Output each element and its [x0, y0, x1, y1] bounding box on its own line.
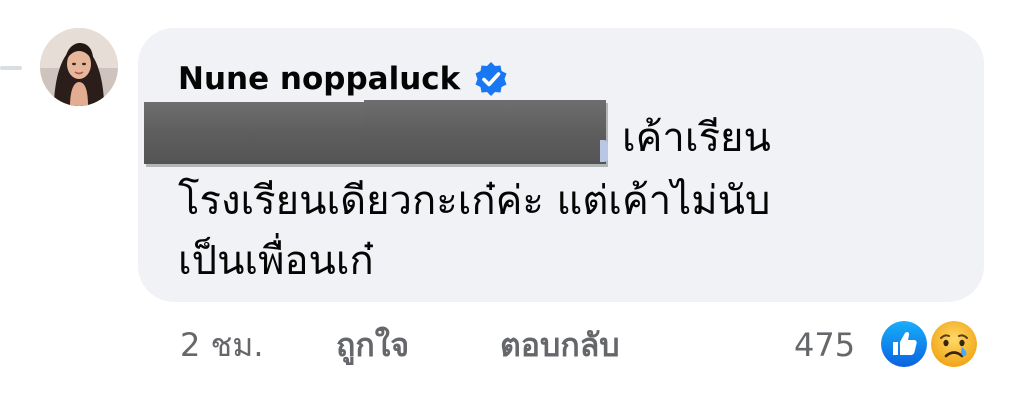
reactions-summary[interactable] — [878, 316, 988, 372]
verified-badge-icon — [472, 60, 510, 98]
sad-icon — [928, 318, 980, 370]
reaction-count[interactable]: 475 — [794, 318, 855, 372]
comment-text-line-2: โรงเรียนเดียวกะเก๋ค่ะ แต่เค้าไม่นับ — [178, 178, 771, 224]
mention-highlight — [600, 140, 608, 162]
redacted-mention-block — [144, 102, 364, 164]
avatar[interactable] — [40, 28, 118, 106]
avatar-photo — [40, 28, 118, 106]
comment-bubble: Nune noppaluck เค้าเรียน โรงเรียนเดียวกะ… — [138, 28, 984, 302]
like-icon — [878, 318, 930, 370]
comment-header: Nune noppaluck — [178, 54, 510, 104]
comment-timestamp[interactable]: 2 ชม. — [180, 318, 264, 372]
thread-connector — [0, 66, 22, 70]
reply-button[interactable]: ตอบกลับ — [500, 318, 620, 372]
comment-text-line-3: เป็นเพื่อนเก๋ — [178, 238, 374, 284]
author-name[interactable]: Nune noppaluck — [178, 61, 460, 97]
redacted-mention-block — [364, 100, 606, 164]
like-button[interactable]: ถูกใจ — [336, 318, 409, 372]
comment-text-line-1: เค้าเรียน — [622, 115, 771, 161]
